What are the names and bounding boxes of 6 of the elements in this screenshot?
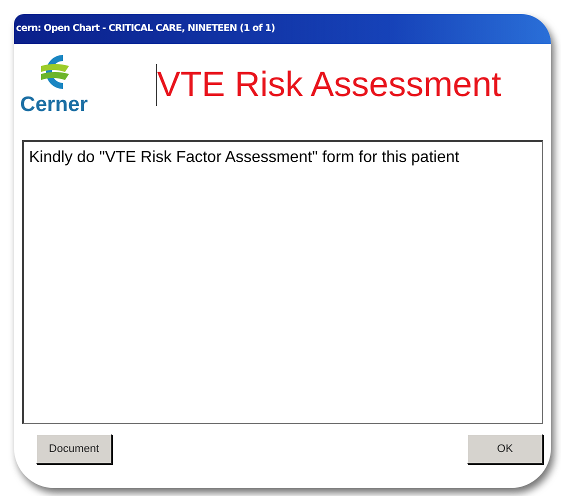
- dialog-button[interactable]: OK: [467, 434, 543, 464]
- dialog-button[interactable]: Document: [36, 434, 112, 464]
- message-box: Kindly do "VTE Risk Factor Assessment" form for this patient: [22, 140, 543, 424]
- logo-text: Cerner: [20, 94, 88, 115]
- heading: VTE Risk Assessment: [156, 64, 502, 106]
- window-title: cern: Open Chart - CRITICAL CARE, NINETEEN (1 of 1): [16, 22, 275, 36]
